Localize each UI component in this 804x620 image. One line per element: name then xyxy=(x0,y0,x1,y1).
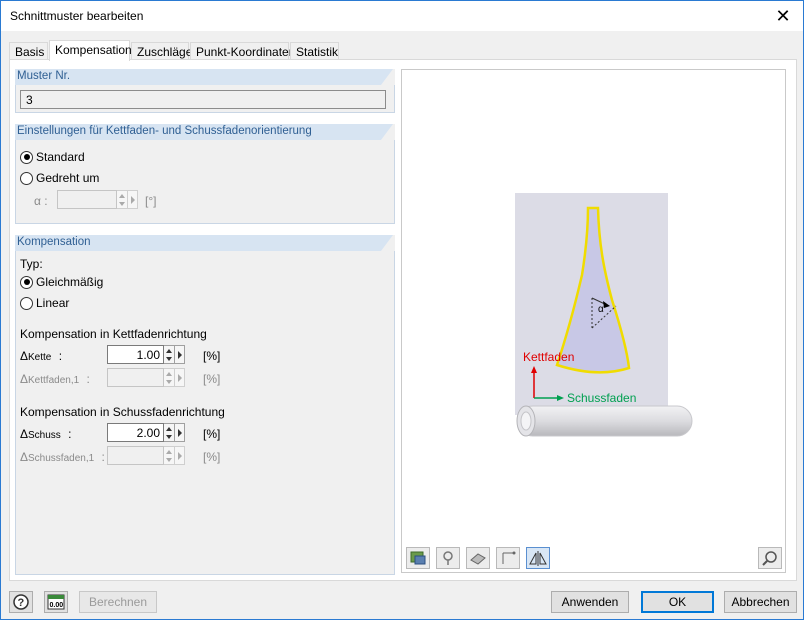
alpha-spinner xyxy=(57,190,138,209)
radio-linear-indicator xyxy=(20,296,33,310)
alpha-label: α : xyxy=(34,194,48,208)
svg-text:?: ? xyxy=(18,597,25,609)
schuss-section-label: Kompensation in Schussfadenrichtung xyxy=(20,405,225,419)
kette-input[interactable]: 1.00 xyxy=(107,345,164,364)
kette-label: ΔKette : xyxy=(20,349,63,363)
tab-statistik[interactable]: Statistik xyxy=(290,42,339,60)
alpha-input xyxy=(57,190,117,209)
kompensation-header: Kompensation xyxy=(15,235,393,251)
berechnen-button[interactable]: Berechnen xyxy=(79,591,157,613)
ok-button[interactable]: OK xyxy=(641,591,714,613)
fabric-icon[interactable] xyxy=(466,547,490,569)
schussfaden-label: Schussfaden xyxy=(567,391,636,405)
tab-kompensation[interactable]: Kompensation xyxy=(49,40,132,61)
orientation-header: Einstellungen für Kettfaden- und Schussf… xyxy=(15,124,393,140)
units-icon-text: 0.00 xyxy=(50,602,64,609)
tab-basis[interactable]: Basis xyxy=(9,42,48,60)
kette-spinner[interactable]: 1.00 xyxy=(107,345,185,364)
abbrechen-button[interactable]: Abbrechen xyxy=(724,591,797,613)
radio-linear[interactable]: Linear xyxy=(20,296,69,310)
zoom-icon[interactable] xyxy=(758,547,782,569)
schussfaden1-spinner xyxy=(107,446,185,465)
kettfaden1-spinner xyxy=(107,368,185,387)
radio-gedreht-label: Gedreht um xyxy=(36,171,100,185)
schuss-unit: [%] xyxy=(203,427,221,441)
dialog-window: Schnittmuster bearbeiten ✕ Basis Kompens… xyxy=(0,0,804,620)
preview-panel[interactable]: α Kettfaden Schussfaden xyxy=(401,69,786,573)
orientation-group: Einstellungen für Kettfaden- und Schussf… xyxy=(15,124,395,224)
radio-standard-indicator xyxy=(20,150,33,164)
schuss-spinner[interactable]: 2.00 xyxy=(107,423,185,442)
tab-punkt-koordinaten[interactable]: Punkt-Koordinaten xyxy=(190,42,295,60)
radio-standard-label: Standard xyxy=(36,150,85,164)
kettfaden1-unit: [%] xyxy=(203,372,221,386)
mirror-icon[interactable] xyxy=(526,547,550,569)
radio-gedreht[interactable]: Gedreht um xyxy=(20,171,99,185)
muster-number-field: 3 xyxy=(20,90,386,109)
kette-section-label: Kompensation in Kettfadenrichtung xyxy=(20,327,207,341)
radio-gleichmaessig-indicator xyxy=(20,275,33,289)
units-icon[interactable]: 0.00 xyxy=(44,591,68,613)
alpha-arrow-right-icon xyxy=(128,190,138,209)
close-icon[interactable]: ✕ xyxy=(763,1,803,31)
alpha-glyph: α xyxy=(598,304,604,315)
schussfaden1-unit: [%] xyxy=(203,450,221,464)
help-icon[interactable]: ? xyxy=(9,591,33,613)
radio-gleichmaessig[interactable]: Gleichmäßig xyxy=(20,275,103,289)
tab-zuschlaege[interactable]: Zuschläge xyxy=(131,42,192,60)
kette-arrow-right-icon[interactable] xyxy=(175,345,185,364)
axes-icon[interactable] xyxy=(496,547,520,569)
schuss-arrow-right-icon[interactable] xyxy=(175,423,185,442)
schuss-input[interactable]: 2.00 xyxy=(107,423,164,442)
kette-stepper[interactable] xyxy=(164,345,175,364)
kette-unit: [%] xyxy=(203,349,221,363)
view-options-icon[interactable] xyxy=(406,547,430,569)
title-bar: Schnittmuster bearbeiten ✕ xyxy=(1,1,803,31)
radio-gedreht-indicator xyxy=(20,171,33,185)
schussfaden1-label: ΔSchussfaden,1 : xyxy=(20,450,105,464)
anwenden-button[interactable]: Anwenden xyxy=(551,591,629,613)
typ-label: Typ: xyxy=(20,257,43,271)
radio-gleichmaessig-label: Gleichmäßig xyxy=(36,275,104,289)
muster-group: Muster Nr. 3 xyxy=(15,69,395,113)
kettfaden1-label: ΔKettfaden,1 : xyxy=(20,372,90,386)
pin-icon[interactable] xyxy=(436,547,460,569)
kompensation-group: Kompensation Typ: Gleichmäßig Linear Kom… xyxy=(15,235,395,575)
alpha-unit: [°] xyxy=(145,194,157,208)
kettfaden1-input xyxy=(107,368,164,387)
schuss-label: ΔSchuss : xyxy=(20,427,72,441)
radio-standard[interactable]: Standard xyxy=(20,150,85,164)
fabric-roll xyxy=(517,405,693,437)
alpha-stepper xyxy=(117,190,128,209)
radio-linear-label: Linear xyxy=(36,296,70,310)
kettfaden-label: Kettfaden xyxy=(523,350,574,364)
window-title: Schnittmuster bearbeiten xyxy=(10,9,144,23)
muster-header: Muster Nr. xyxy=(15,69,393,85)
schuss-stepper[interactable] xyxy=(164,423,175,442)
schussfaden1-input xyxy=(107,446,164,465)
pattern-preview-graphic: α Kettfaden Schussfaden xyxy=(515,193,693,437)
